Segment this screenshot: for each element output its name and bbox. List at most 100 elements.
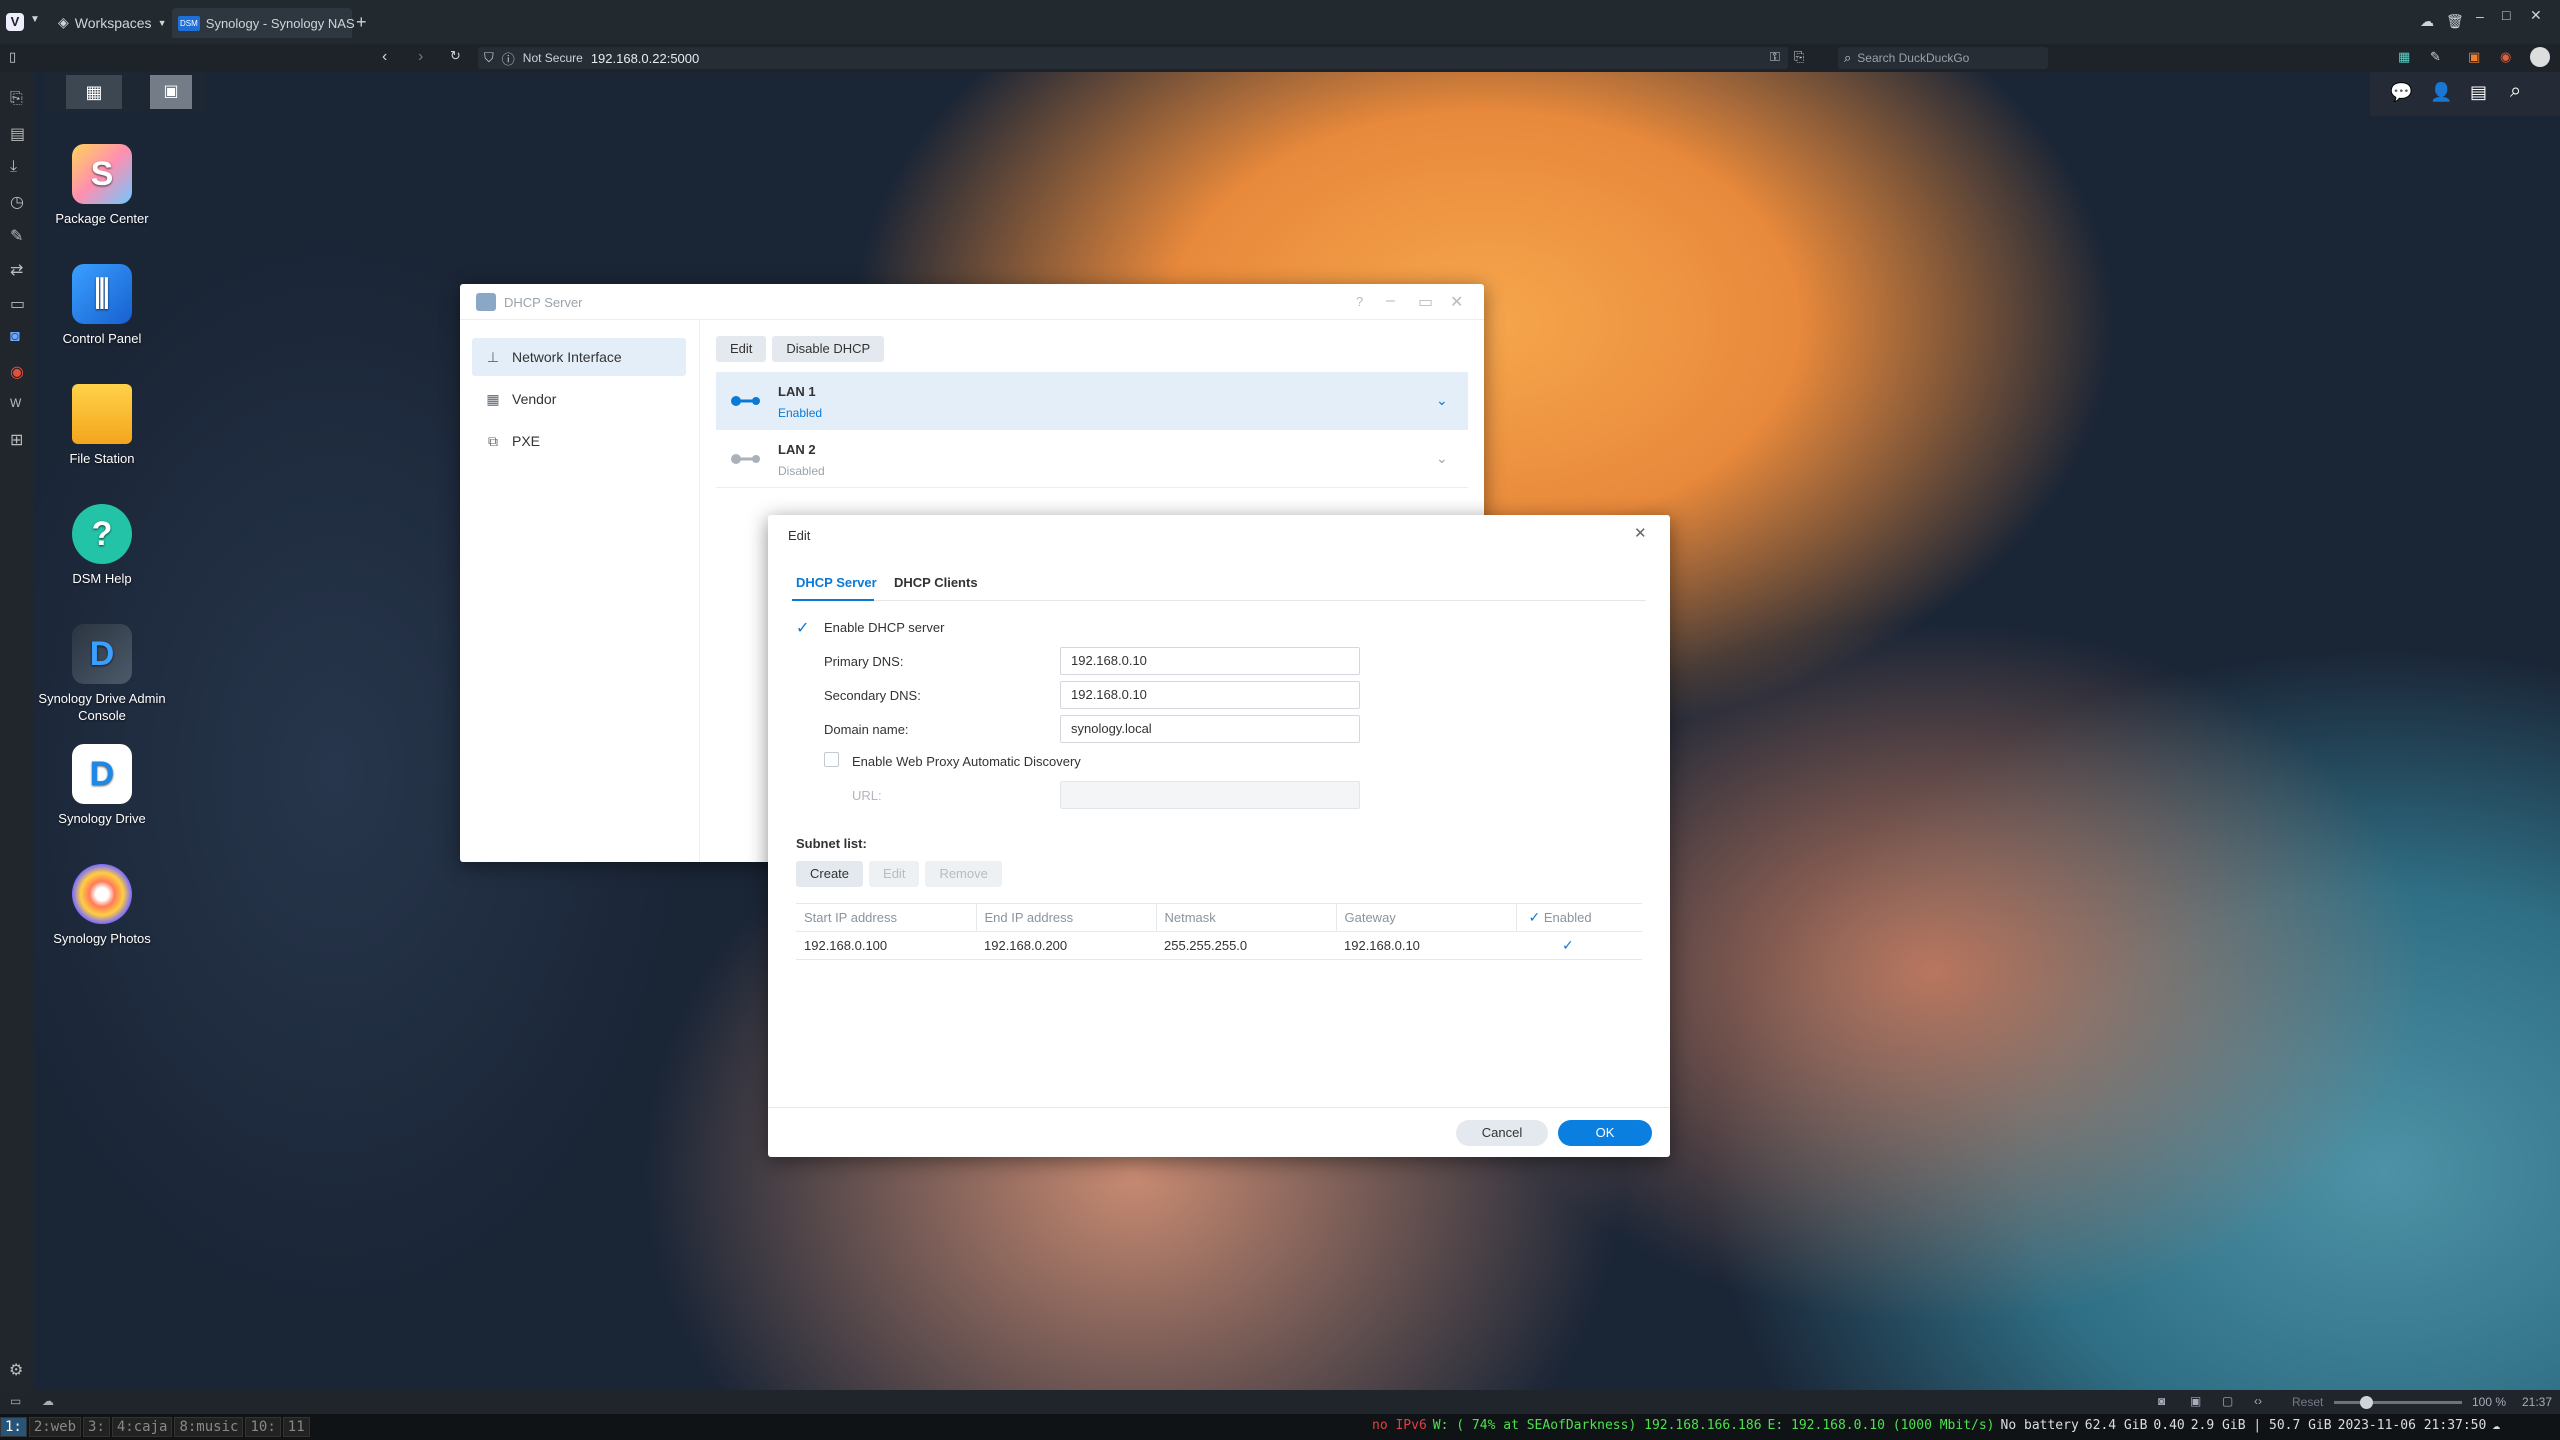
nav-item-vendor[interactable]: ▦ Vendor xyxy=(472,380,686,418)
tiling-icon[interactable]: ▢ xyxy=(2222,1394,2233,1408)
interface-row-lan2[interactable]: LAN 2 Disabled ⌄ xyxy=(716,430,1468,488)
search-field[interactable]: ⌕ Search DuckDuckGo xyxy=(1838,47,2048,69)
enabled-column-header[interactable]: ✓ Enabled xyxy=(1516,904,1642,932)
extension-icon[interactable]: ▣ xyxy=(2468,49,2480,65)
add-panel-icon[interactable]: ⊞ xyxy=(10,430,23,450)
desktop-icon-dsm-help[interactable]: ? DSM Help xyxy=(37,504,167,587)
edit-button[interactable]: Edit xyxy=(716,336,767,362)
interface-row-lan1[interactable]: LAN 1 Enabled ⌄ xyxy=(716,372,1468,430)
url-field[interactable]: ⛉ ⓘ Not Secure 192.168.0.22:5000 xyxy=(478,47,1788,69)
column-header[interactable]: Start IP address xyxy=(796,903,977,932)
i3-workspace-button[interactable]: 10: xyxy=(245,1417,281,1437)
zoom-reset-button[interactable]: Reset xyxy=(2292,1395,2323,1409)
dev-tools-icon[interactable]: ‹› xyxy=(2254,1394,2262,1408)
forward-icon[interactable]: › xyxy=(418,48,423,66)
primary-dns-input[interactable]: 192.168.0.10 xyxy=(1060,647,1360,675)
cancel-button[interactable]: Cancel xyxy=(1456,1120,1548,1146)
chevron-down-icon[interactable]: ⌄ xyxy=(1436,392,1448,409)
key-icon[interactable]: ⚿ xyxy=(1770,49,1780,65)
cloud-icon[interactable]: ☁ xyxy=(2420,13,2434,30)
chevron-down-icon[interactable]: ▼ xyxy=(30,14,40,25)
extension-icon[interactable]: ✎ xyxy=(2430,49,2441,65)
tab-synology[interactable]: DSM Synology - Synology NAS xyxy=(172,8,355,38)
panel-toggle-icon[interactable]: ▭ xyxy=(10,1394,21,1408)
i3-workspace-button[interactable]: 3: xyxy=(83,1417,110,1437)
i3-workspace-button[interactable]: 4:caja xyxy=(111,1417,173,1437)
profile-avatar-icon[interactable] xyxy=(2530,47,2550,67)
enable-dhcp-checkbox[interactable]: ✓ xyxy=(796,618,809,638)
back-icon[interactable]: ‹ xyxy=(382,48,387,66)
column-header[interactable]: End IP address xyxy=(976,903,1157,932)
column-header[interactable]: Netmask xyxy=(1156,903,1337,932)
desktop-icon-file-station[interactable]: File Station xyxy=(37,384,167,467)
desktop-icon-synology-drive[interactable]: D Synology Drive xyxy=(37,744,167,827)
bookmark-icon[interactable]: ⎘ xyxy=(1794,49,1804,65)
search-icon[interactable]: ⌕ xyxy=(2510,80,2521,103)
calendar-icon[interactable]: ▭ xyxy=(10,294,25,314)
widgets-icon[interactable]: ▤ xyxy=(2470,82,2487,103)
i3-workspace-button[interactable]: 2:web xyxy=(28,1417,82,1437)
nav-item-pxe[interactable]: ⧉ PXE xyxy=(472,422,686,460)
ok-button[interactable]: OK xyxy=(1558,1120,1652,1146)
i3-workspace-button[interactable]: 11 xyxy=(282,1417,310,1437)
maximize-icon[interactable]: ▭ xyxy=(1418,292,1433,312)
disable-dhcp-button[interactable]: Disable DHCP xyxy=(772,336,885,362)
tab-dhcp-server[interactable]: DHCP Server xyxy=(796,575,877,590)
close-icon[interactable]: ✕ xyxy=(1634,524,1647,542)
main-menu-button[interactable]: ▦ xyxy=(66,75,122,109)
help-icon[interactable]: ? xyxy=(1356,294,1363,309)
i3-workspace-button[interactable]: 1: xyxy=(0,1417,27,1437)
create-subnet-button[interactable]: Create xyxy=(796,861,864,887)
reload-icon[interactable]: ↻ xyxy=(450,48,461,64)
desktop-icon-control-panel[interactable]: ⫼ Control Panel xyxy=(37,264,167,347)
chevron-down-icon[interactable]: ⌄ xyxy=(1436,450,1448,467)
settings-gear-icon[interactable]: ⚙ xyxy=(9,1360,23,1380)
maximize-window-icon[interactable]: □ xyxy=(2502,7,2510,23)
select-all-checkbox[interactable]: ✓ xyxy=(1529,909,1541,925)
domain-name-input[interactable]: synology.local xyxy=(1060,715,1360,743)
table-row[interactable]: 192.168.0.100 192.168.0.200 255.255.255.… xyxy=(796,932,1642,960)
bookmarks-panel-icon[interactable]: ⎘ xyxy=(10,90,23,108)
minimize-icon[interactable]: – xyxy=(1386,292,1395,310)
i3-workspace-button[interactable]: 8:music xyxy=(174,1417,244,1437)
extension-icon[interactable]: ◉ xyxy=(2500,49,2511,65)
secondary-dns-input[interactable]: 192.168.0.10 xyxy=(1060,681,1360,709)
desktop-icon-synology-photos[interactable]: Synology Photos xyxy=(37,864,167,947)
tray-icon[interactable]: ☁ xyxy=(2492,1418,2500,1433)
images-icon[interactable]: ▣ xyxy=(2190,1394,2201,1408)
translate-icon[interactable]: ⇄ xyxy=(10,260,23,280)
vivaldi-icon[interactable]: ◉ xyxy=(10,362,24,382)
panel-toggle-icon[interactable]: ▯ xyxy=(9,49,16,65)
minimize-window-icon[interactable]: – xyxy=(2476,8,2484,24)
zoom-slider[interactable] xyxy=(2334,1396,2462,1409)
enabled-checkbox[interactable]: ✓ xyxy=(1562,937,1574,953)
vivaldi-menu-button[interactable]: V xyxy=(6,13,24,31)
desktop-icon-drive-admin[interactable]: D Synology Drive Admin Console xyxy=(37,624,167,724)
workspaces-button[interactable]: ◈ Workspaces ▼ xyxy=(58,14,166,31)
new-tab-button[interactable]: + xyxy=(356,12,367,33)
tab-dhcp-clients[interactable]: DHCP Clients xyxy=(894,575,978,590)
user-icon[interactable]: 👤 xyxy=(2430,82,2452,103)
capture-icon[interactable]: ◙ xyxy=(2158,1394,2165,1408)
window-titlebar[interactable]: DHCP Server ? – ▭ ✕ xyxy=(460,284,1484,320)
downloads-icon[interactable]: ⤓ xyxy=(10,158,17,176)
nav-item-network-interface[interactable]: ⊥ Network Interface xyxy=(472,338,686,376)
wpad-checkbox[interactable] xyxy=(824,752,839,767)
remove-subnet-button[interactable]: Remove xyxy=(925,861,1002,887)
zoom-slider-handle[interactable] xyxy=(2360,1396,2373,1409)
edit-subnet-button[interactable]: Edit xyxy=(869,861,920,887)
trash-icon[interactable]: 🗑 xyxy=(2446,13,2464,30)
notification-icon[interactable]: 💬 xyxy=(2390,82,2412,103)
notes-icon[interactable]: ✎ xyxy=(10,226,23,246)
close-window-icon[interactable]: ✕ xyxy=(2530,7,2542,24)
desktop-icon-package-center[interactable]: S Package Center xyxy=(37,144,167,227)
taskbar-dhcp-app[interactable]: ▣ xyxy=(150,75,192,109)
mastodon-icon[interactable]: ◙ xyxy=(10,328,20,346)
close-icon[interactable]: ✕ xyxy=(1450,292,1463,312)
sync-cloud-icon[interactable]: ☁ xyxy=(42,1394,54,1408)
url-input[interactable] xyxy=(1060,781,1360,809)
wikipedia-icon[interactable]: W xyxy=(10,396,21,410)
dialog-titlebar[interactable]: Edit ✕ xyxy=(768,515,1670,553)
column-header[interactable]: Gateway xyxy=(1336,903,1517,932)
history-icon[interactable]: ◷ xyxy=(10,192,24,212)
